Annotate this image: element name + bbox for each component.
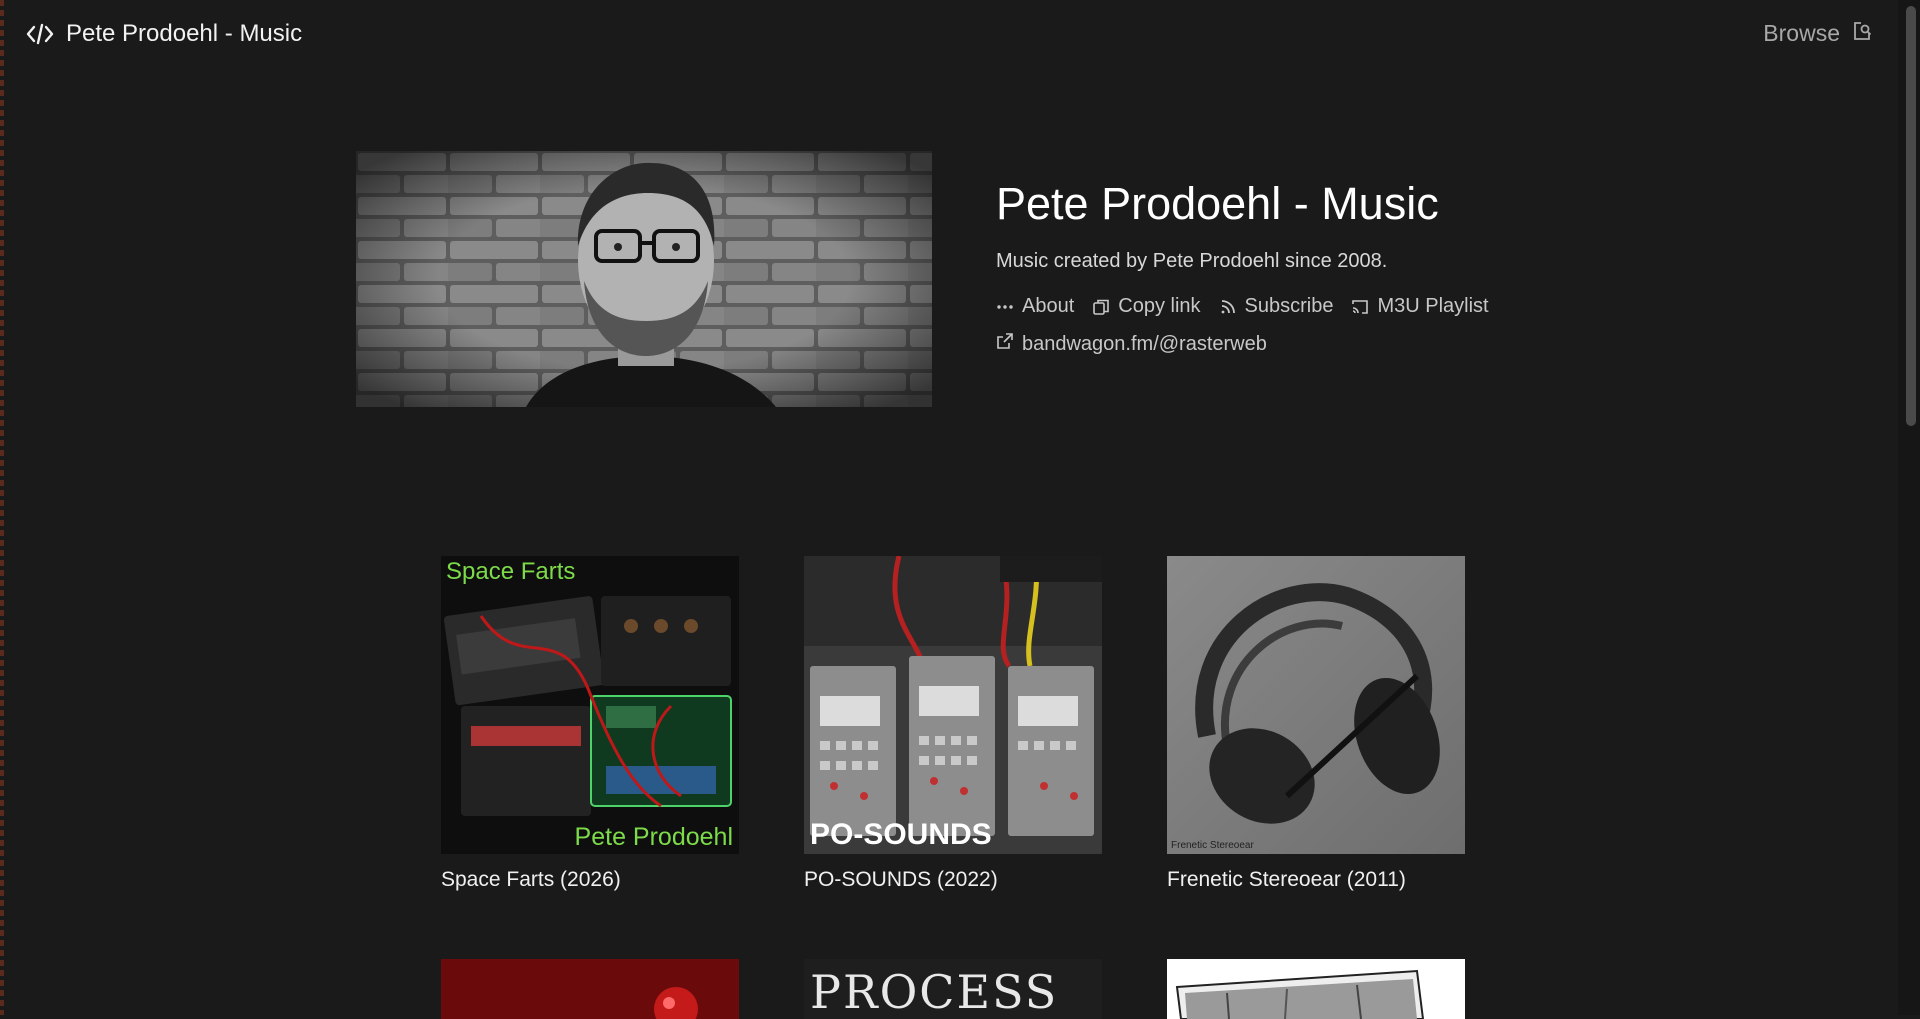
external-profile-link[interactable]: bandwagon.fm/@rasterweb (996, 332, 1616, 356)
m3u-playlist-label: M3U Playlist (1377, 295, 1489, 317)
release-title[interactable]: Frenetic Stereoear (2011) (1167, 868, 1465, 892)
about-label: About (1022, 295, 1075, 317)
profile-description: Music created by Pete Prodoehl since 200… (996, 250, 1388, 272)
release-cover-partial[interactable]: PROCESS (804, 959, 1102, 1019)
cast-icon (1351, 298, 1369, 316)
cover-text-top: Space Farts (446, 558, 576, 585)
top-bar: Pete Prodoehl - Music Browse (0, 0, 1920, 70)
more-dots-icon (996, 298, 1014, 316)
m3u-playlist-button[interactable]: M3U Playlist (1351, 295, 1489, 318)
copy-link-label: Copy link (1118, 295, 1201, 317)
cover-text-bottom: Pete Prodoehl (574, 823, 733, 851)
release-cover-partial[interactable] (441, 959, 739, 1019)
external-link-label: bandwagon.fm/@rasterweb (1022, 332, 1267, 355)
artist-photo (356, 151, 932, 407)
release-cover[interactable]: Frenetic Stereoear (1167, 556, 1465, 854)
cover-text-top: PROCESS (810, 965, 1059, 1019)
release-card-po-sounds[interactable]: PO-SOUNDS PO-SOUNDS (2022) (804, 556, 1102, 892)
copy-link-button[interactable]: Copy link (1092, 295, 1201, 318)
profile-title: Pete Prodoehl - Music (996, 178, 1439, 229)
site-title: Pete Prodoehl - Music (66, 20, 303, 47)
external-link-icon (996, 332, 1014, 356)
browse-label: Browse (1763, 20, 1840, 46)
release-title[interactable]: Space Farts (2026) (441, 868, 739, 892)
copy-icon (1092, 298, 1110, 316)
cover-text-bottom: PO-SOUNDS (810, 818, 992, 851)
release-cover[interactable]: PO-SOUNDS (804, 556, 1102, 854)
release-cover[interactable]: Space Farts Pete Prodoehl (441, 556, 739, 854)
profile-actions: About Copy link Subscribe M3U Playlist (996, 295, 1616, 318)
subscribe-button[interactable]: Subscribe (1219, 295, 1334, 318)
cover-text-bottom: Frenetic Stereoear (1171, 840, 1254, 851)
subscribe-label: Subscribe (1244, 295, 1334, 317)
profile-info: Pete Prodoehl - Music Music created by P… (996, 176, 1616, 356)
page-scrollbar[interactable] (1898, 0, 1920, 1015)
rss-icon (1219, 298, 1237, 316)
code-icon (26, 20, 54, 48)
scrollbar-thumb[interactable] (1906, 6, 1916, 426)
release-title[interactable]: PO-SOUNDS (2022) (804, 868, 1102, 892)
release-cover-partial[interactable] (1167, 959, 1465, 1019)
release-card-frenetic-stereoear[interactable]: Frenetic Stereoear Frenetic Stereoear (2… (1167, 556, 1465, 892)
left-edge-strip (0, 0, 4, 1015)
about-button[interactable]: About (996, 295, 1074, 318)
browse-icon (1852, 21, 1872, 46)
release-card-space-farts[interactable]: Space Farts Pete Prodoehl Space Farts (2… (441, 556, 739, 892)
site-brand[interactable]: Pete Prodoehl - Music (26, 20, 302, 48)
browse-button[interactable]: Browse (1763, 20, 1872, 47)
